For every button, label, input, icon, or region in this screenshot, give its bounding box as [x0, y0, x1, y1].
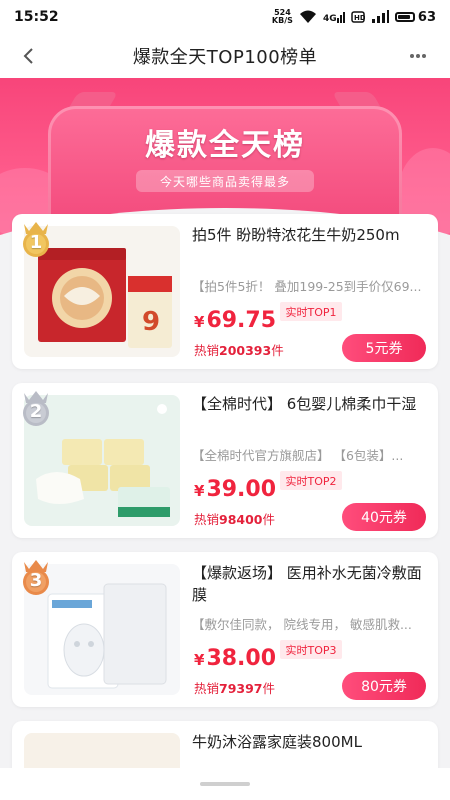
- coupon-button[interactable]: 40元券: [342, 503, 426, 531]
- battery-icon: [394, 12, 415, 22]
- nav-bar: 爆款全天TOP100榜单: [0, 34, 450, 78]
- back-button[interactable]: [14, 42, 42, 70]
- sold-number: 98400: [219, 512, 263, 527]
- sold-count: 热销200393件: [194, 340, 284, 359]
- rank-badge-bronze: 3: [16, 556, 56, 596]
- network-speed-unit: KB/S: [271, 16, 293, 25]
- sold-number: 200393: [219, 343, 272, 358]
- chevron-left-icon: [23, 48, 33, 64]
- product-desc: 【敷尔佳同款， 院线专用， 敏感肌救...: [192, 617, 412, 632]
- coupon-button[interactable]: 5元券: [342, 334, 426, 362]
- status-bar: 15:52 524 KB/S 4G HD 63: [0, 0, 450, 34]
- signal-icon: [371, 10, 389, 23]
- product-name[interactable]: 【爆款返场】 医用补水无菌冷敷面膜: [192, 562, 430, 606]
- svg-text:HD: HD: [354, 14, 365, 22]
- sold-prefix: 热销: [194, 343, 220, 358]
- price-currency: ¥: [194, 313, 205, 331]
- product-price: ¥39.00: [194, 477, 276, 502]
- price-value: 69.75: [206, 308, 277, 333]
- rank-badge-silver: 2: [16, 387, 56, 427]
- gesture-bar: [0, 768, 450, 800]
- rank-tag: 实时TOP2: [280, 471, 342, 490]
- banner-title: 爆款全天榜: [145, 128, 305, 163]
- product-name[interactable]: 【全棉时代】 6包婴儿棉柔巾干湿: [192, 393, 430, 415]
- price-currency: ¥: [194, 482, 205, 500]
- status-icons: 524 KB/S 4G HD 63: [272, 9, 436, 25]
- sold-prefix: 热销: [194, 681, 220, 696]
- rank-number: 1: [29, 232, 43, 253]
- more-button[interactable]: [404, 42, 432, 70]
- price-value: 38.00: [206, 646, 277, 671]
- battery-indicator: 63: [394, 9, 436, 25]
- page-title: 爆款全天TOP100榜单: [132, 47, 318, 68]
- wifi-icon: [299, 10, 316, 23]
- sold-number: 79397: [219, 681, 263, 696]
- sold-prefix: 热销: [194, 512, 220, 527]
- battery-level: 63: [417, 9, 436, 25]
- product-card-2[interactable]: 2 【全棉时代】 6包婴儿棉柔巾干湿 【全棉时代官方旗舰店】 【6包装】... …: [12, 383, 438, 538]
- sold-count: 热销79397件: [194, 678, 275, 697]
- network-speed: 524 KB/S: [272, 9, 293, 25]
- home-indicator[interactable]: [200, 782, 250, 786]
- hd-icon: HD: [351, 11, 365, 23]
- signal-4g-icon: 4G: [323, 12, 345, 24]
- sold-count: 热销98400件: [194, 509, 275, 528]
- coupon-button[interactable]: 80元券: [342, 672, 426, 700]
- svg-text:9: 9: [142, 307, 160, 337]
- rank-badge-gold: 1: [16, 218, 56, 258]
- sold-suffix: 件: [262, 681, 276, 696]
- product-desc: 【拍5件5折！ 叠加199-25到手价仅69...: [192, 279, 422, 294]
- sold-suffix: 件: [271, 343, 284, 358]
- product-card-3[interactable]: 3 【爆款返场】 医用补水无菌冷敷面膜 【敷尔佳同款， 院线专用， 敏感肌救..…: [12, 552, 438, 707]
- rank-number: 2: [29, 401, 43, 422]
- price-value: 39.00: [206, 477, 277, 502]
- product-price: ¥38.00: [194, 646, 276, 671]
- rank-tag: 实时TOP1: [280, 302, 342, 321]
- rank-number: 3: [29, 570, 43, 591]
- product-price: ¥69.75: [194, 308, 276, 333]
- product-name[interactable]: 牛奶沐浴露家庭装800ML: [192, 731, 430, 753]
- product-desc: 【全棉时代官方旗舰店】 【6包装】...: [192, 448, 404, 463]
- product-card-1[interactable]: 9 1 拍5件 盼盼特浓花生牛奶250m 【拍5件5折！ 叠加199-25到手价…: [12, 214, 438, 369]
- sold-suffix: 件: [262, 512, 276, 527]
- status-time: 15:52: [14, 9, 59, 25]
- price-currency: ¥: [194, 651, 205, 669]
- product-name[interactable]: 拍5件 盼盼特浓花生牛奶250m: [192, 224, 430, 246]
- svg-text:4G: 4G: [323, 14, 337, 24]
- more-dots-icon: [410, 54, 426, 58]
- rank-tag: 实时TOP3: [280, 640, 342, 659]
- banner-subtitle: 今天哪些商品卖得最多: [136, 170, 314, 192]
